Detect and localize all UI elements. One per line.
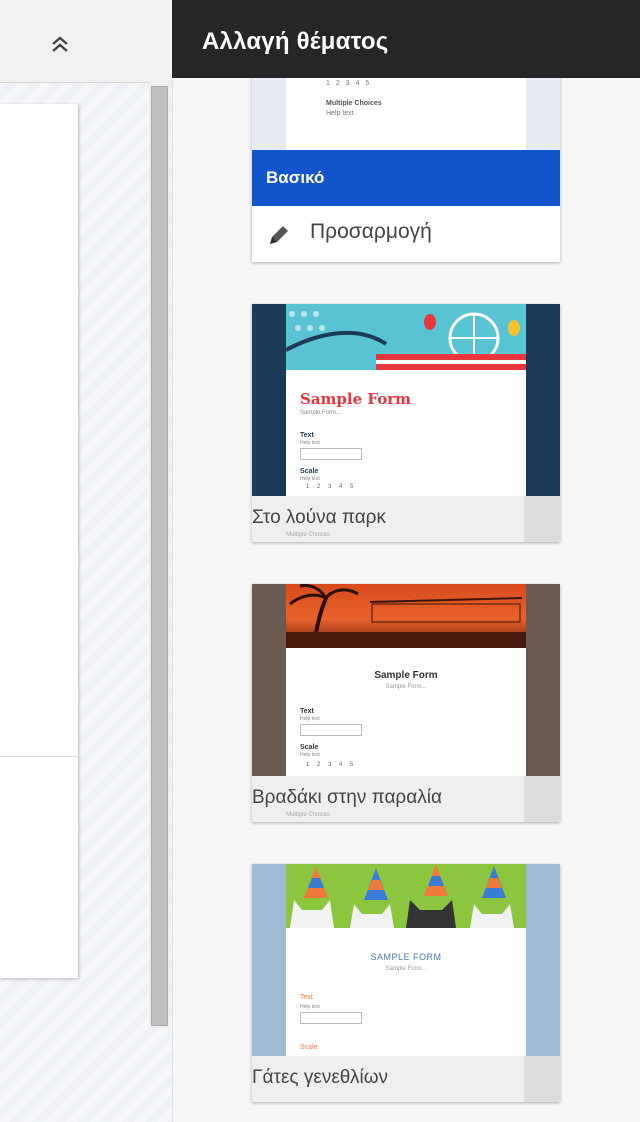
preview-help-text: Help text — [300, 716, 320, 722]
palm-tree-icon — [286, 584, 526, 649]
theme-panel-header: Αλλαγή θέματος — [172, 0, 640, 78]
selected-theme-bar: Βασικό — [252, 150, 560, 206]
preview-scale-dots: 1 2 3 4 5 — [306, 762, 357, 768]
theme-caption: Multiple Choices Βραδάκι στην παραλία — [252, 776, 560, 822]
theme-label: Γάτες γενεθλίων — [252, 1067, 389, 1088]
customize-label: Προσαρμογή — [310, 220, 432, 243]
theme-card-amusement-park[interactable]: Sample Form Sample Form... Text Help tex… — [252, 304, 560, 542]
theme-label: Βραδάκι στην παραλία — [252, 787, 442, 808]
preview-help-text: Help text — [300, 752, 320, 758]
beach-banner — [286, 584, 526, 649]
cats-banner — [286, 864, 526, 928]
theme-caption: Γάτες γενεθλίων — [252, 1056, 560, 1102]
preview-question: Scale — [300, 1044, 318, 1051]
theme-preview-birthday-cats: SAMPLE FORM Sample Form... Text Help tex… — [252, 864, 560, 1056]
preview-section: Multiple Choices — [326, 100, 382, 107]
theme-form-paper: Sample Form Sample Form... Text Help tex… — [286, 370, 526, 496]
theme-label: Βασικό — [266, 168, 325, 187]
customize-button[interactable]: Προσαρμογή — [252, 206, 560, 262]
preview-question: Text — [300, 708, 314, 715]
theme-preview-amusement-park: Sample Form Sample Form... Text Help tex… — [252, 304, 560, 496]
preview-question: Scale — [300, 744, 319, 751]
preview-scale-dots: 1 2 3 4 5 — [306, 484, 357, 490]
preview-form-desc: Sample Form... — [300, 410, 342, 416]
theme-card-birthday-cats[interactable]: SAMPLE FORM Sample Form... Text Help tex… — [252, 864, 560, 1102]
preview-help-text: Help text — [326, 110, 354, 117]
amusement-banner — [285, 304, 526, 370]
preview-form-title: SAMPLE FORM — [370, 952, 442, 962]
preview-section: Multiple Choices — [286, 812, 331, 818]
ferris-wheel-icon — [285, 311, 526, 370]
form-document-page[interactable] — [0, 104, 78, 978]
preview-form-title: Sample Form — [374, 670, 438, 681]
theme-card-basic[interactable]: 1 2 3 4 5 1 2 3 4 5 Multiple Choices Hel… — [252, 56, 560, 262]
preview-question: Scale — [300, 468, 319, 475]
preview-help-text: Help text — [300, 440, 320, 446]
panel-title: Αλλαγή θέματος — [202, 28, 389, 55]
theme-form-paper: Sample Form Sample Form... Text Help tex… — [286, 648, 526, 776]
theme-preview-beach-evening: Sample Form Sample Form... Text Help tex… — [252, 584, 560, 776]
preview-section: Multiple Choices — [286, 532, 331, 538]
double-chevron-up-icon — [52, 36, 68, 52]
party-cat-icon — [290, 864, 514, 928]
preview-question: Text — [300, 432, 314, 439]
theme-form-paper: SAMPLE FORM Sample Form... Text Help tex… — [286, 928, 526, 1056]
preview-form-title: Sample Form — [300, 390, 411, 408]
editor-toolbar — [0, 0, 172, 83]
collapse-toolbar-button[interactable] — [40, 24, 80, 64]
preview-form-desc: Sample Form... — [385, 966, 427, 972]
preview-question: Text — [300, 994, 313, 1001]
theme-label: Στο λούνα παρκ — [252, 507, 386, 528]
pencil-icon — [270, 226, 288, 244]
scrollbar-thumb[interactable] — [151, 86, 168, 1026]
preview-scale-dots: 1 2 3 4 5 — [326, 80, 372, 87]
preview-help-text: Help text — [300, 1004, 320, 1010]
preview-help-text: Help text — [300, 476, 320, 482]
theme-caption: Multiple Choices Στο λούνα παρκ — [252, 496, 560, 542]
section-divider — [0, 756, 78, 757]
theme-card-beach-evening[interactable]: Sample Form Sample Form... Text Help tex… — [252, 584, 560, 822]
preview-form-desc: Sample Form... — [385, 684, 427, 690]
